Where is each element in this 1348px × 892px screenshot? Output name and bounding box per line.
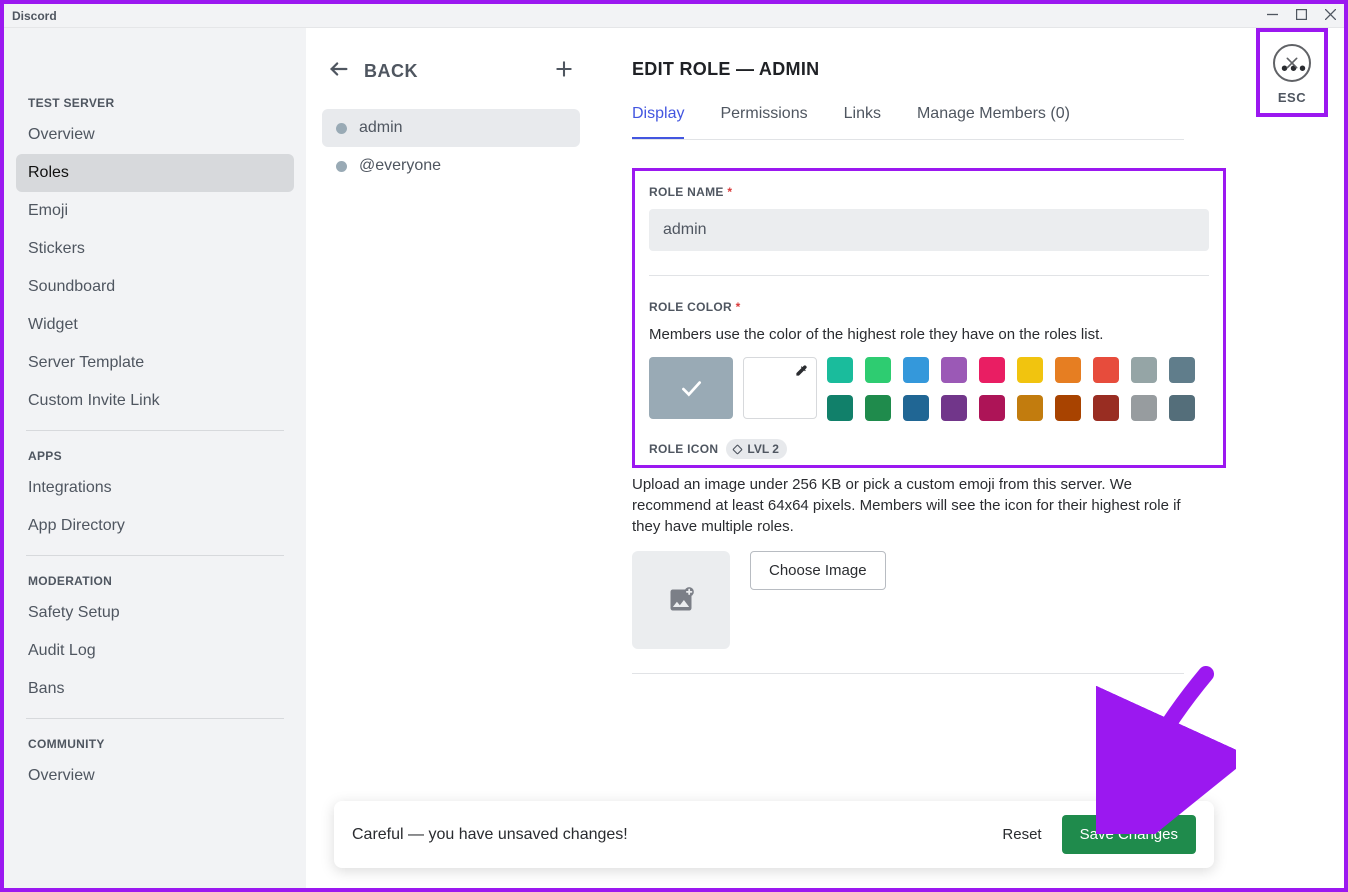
tab-manage[interactable]: Manage Members (0) <box>917 105 1070 139</box>
color-swatch[interactable] <box>903 357 929 383</box>
color-custom-swatch[interactable] <box>743 357 817 419</box>
esc-label: ESC <box>1266 90 1318 105</box>
role-item-label: @everyone <box>359 157 441 175</box>
role-name-input[interactable] <box>649 209 1209 251</box>
role-item[interactable]: @everyone <box>322 147 580 185</box>
color-swatch[interactable] <box>1169 357 1195 383</box>
role-item-label: admin <box>359 119 403 137</box>
sidebar-item-custom-invite-link[interactable]: Custom Invite Link <box>16 382 294 420</box>
sidebar-item-bans[interactable]: Bans <box>16 670 294 708</box>
tab-links[interactable]: Links <box>844 105 881 139</box>
role-icon-label: ROLE ICON <box>649 442 718 456</box>
color-swatch-grid <box>827 357 1195 421</box>
sidebar-header: MODERATION <box>16 566 294 594</box>
color-swatch[interactable] <box>1017 357 1043 383</box>
sidebar-item-stickers[interactable]: Stickers <box>16 230 294 268</box>
sidebar-item-soundboard[interactable]: Soundboard <box>16 268 294 306</box>
sidebar-header: APPS <box>16 441 294 469</box>
back-arrow-icon[interactable] <box>328 58 350 85</box>
color-swatch[interactable] <box>827 357 853 383</box>
role-color-label: ROLE COLOR * <box>649 300 1209 314</box>
role-color-desc: Members use the color of the highest rol… <box>649 324 1209 345</box>
minimize-icon[interactable] <box>1267 7 1278 25</box>
esc-close-box: ESC <box>1256 28 1328 117</box>
color-swatch[interactable] <box>827 395 853 421</box>
color-swatch[interactable] <box>903 395 929 421</box>
sidebar-item-widget[interactable]: Widget <box>16 306 294 344</box>
color-swatch[interactable] <box>1055 357 1081 383</box>
role-icon-desc: Upload an image under 256 KB or pick a c… <box>632 474 1184 537</box>
window-controls <box>1267 7 1336 25</box>
roles-column: BACK admin @everyone <box>306 28 596 888</box>
unsaved-text: Careful — you have unsaved changes! <box>352 826 628 844</box>
sidebar-item-roles[interactable]: Roles <box>16 154 294 192</box>
tab-permissions[interactable]: Permissions <box>720 105 807 139</box>
sidebar-item-audit-log[interactable]: Audit Log <box>16 632 294 670</box>
color-swatch[interactable] <box>941 357 967 383</box>
sidebar-header: TEST SERVER <box>16 88 294 116</box>
close-window-icon[interactable] <box>1325 7 1336 25</box>
save-changes-button[interactable]: Save Changes <box>1062 815 1196 854</box>
role-name-label: ROLE NAME * <box>649 185 1209 199</box>
color-swatch[interactable] <box>1093 395 1119 421</box>
level-badge: LVL 2 <box>726 439 787 459</box>
color-swatch[interactable] <box>1169 395 1195 421</box>
unsaved-changes-bar: Careful — you have unsaved changes! Rese… <box>334 801 1214 868</box>
settings-sidebar: TEST SERVEROverviewRolesEmojiStickersSou… <box>4 28 306 888</box>
role-settings-box: ROLE NAME * ROLE COLOR * Members use the… <box>632 168 1226 468</box>
color-swatch[interactable] <box>865 357 891 383</box>
app-title: Discord <box>12 9 57 23</box>
eyedropper-icon <box>794 364 808 383</box>
tabs-bar: Display Permissions Links Manage Members (0… <box>632 105 1184 140</box>
add-role-icon[interactable] <box>554 59 574 84</box>
color-swatch[interactable] <box>865 395 891 421</box>
color-swatch[interactable] <box>979 395 1005 421</box>
color-swatch[interactable] <box>1131 357 1157 383</box>
sidebar-item-emoji[interactable]: Emoji <box>16 192 294 230</box>
page-title: EDIT ROLE — ADMIN <box>632 59 819 80</box>
sidebar-item-overview[interactable]: Overview <box>16 116 294 154</box>
titlebar: Discord <box>4 4 1344 28</box>
choose-image-button[interactable]: Choose Image <box>750 551 886 590</box>
role-color-dot <box>336 123 347 134</box>
color-swatch[interactable] <box>1131 395 1157 421</box>
color-swatch[interactable] <box>1055 395 1081 421</box>
maximize-icon[interactable] <box>1296 7 1307 25</box>
back-label[interactable]: BACK <box>364 61 418 82</box>
sidebar-item-app-directory[interactable]: App Directory <box>16 507 294 545</box>
sidebar-item-overview[interactable]: Overview <box>16 757 294 795</box>
close-button[interactable] <box>1273 44 1311 82</box>
sidebar-item-integrations[interactable]: Integrations <box>16 469 294 507</box>
role-item[interactable]: admin <box>322 109 580 147</box>
main-panel: ESC EDIT ROLE — ADMIN ••• DisplayPermiss… <box>596 28 1344 888</box>
sidebar-item-server-template[interactable]: Server Template <box>16 344 294 382</box>
color-swatch[interactable] <box>1017 395 1043 421</box>
role-color-dot <box>336 161 347 172</box>
sidebar-header: COMMUNITY <box>16 729 294 757</box>
sidebar-item-safety-setup[interactable]: Safety Setup <box>16 594 294 632</box>
reset-button[interactable]: Reset <box>988 818 1055 851</box>
color-default-swatch[interactable] <box>649 357 733 419</box>
color-swatch[interactable] <box>941 395 967 421</box>
upload-image-box[interactable] <box>632 551 730 649</box>
color-swatch[interactable] <box>1093 357 1119 383</box>
tab-display[interactable]: Display <box>632 105 684 139</box>
color-swatch[interactable] <box>979 357 1005 383</box>
